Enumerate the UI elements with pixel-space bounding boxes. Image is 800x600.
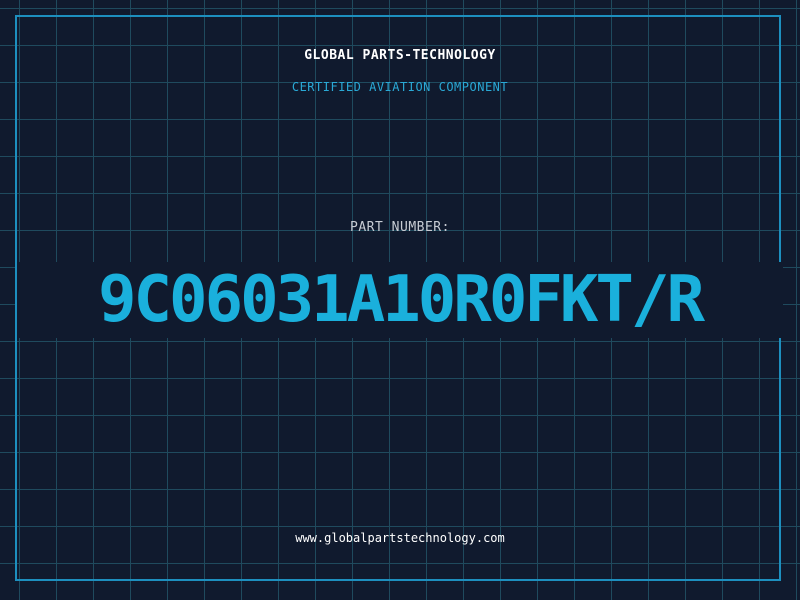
website-url: www.globalpartstechnology.com <box>295 531 505 545</box>
certificate-card: GLOBAL PARTS-TECHNOLOGY CERTIFIED AVIATI… <box>0 0 800 600</box>
part-number-label: PART NUMBER: <box>350 220 450 235</box>
company-name: GLOBAL PARTS-TECHNOLOGY <box>304 48 496 63</box>
certification-subtitle: CERTIFIED AVIATION COMPONENT <box>291 80 509 94</box>
part-number-value: 9C06031A10R0FKT/R <box>97 263 705 337</box>
